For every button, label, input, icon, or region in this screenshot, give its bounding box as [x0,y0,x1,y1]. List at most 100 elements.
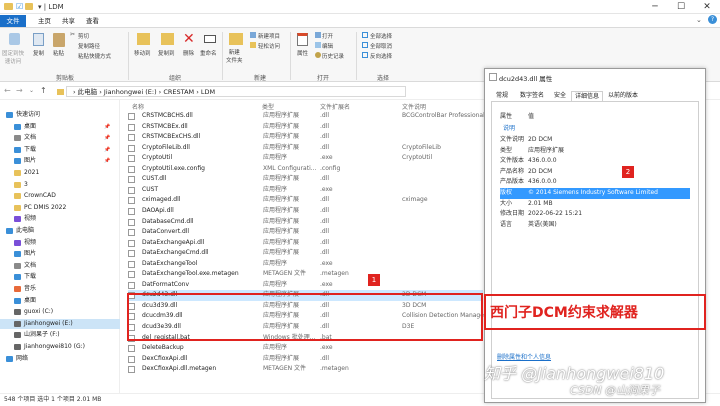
edit-button[interactable]: 编辑 [322,42,333,50]
easy-access-button[interactable]: 轻松访问 [258,42,280,50]
prop-row[interactable]: 文件说明 2D DCM [500,135,690,146]
nav-item[interactable]: PC DMIS 2022 [0,203,120,213]
file-row[interactable]: DAOApi.dll 应用程序扩展 .dll [128,206,483,216]
nav-item[interactable]: 网络 [0,354,120,364]
pin-button[interactable]: 固定到快 速访问 [2,31,26,69]
prop-row[interactable]: 类型 应用程序扩展 [500,146,690,157]
nav-item[interactable]: 桌面 📌 [0,122,120,132]
ribbon-separator [222,32,223,80]
forward-icon[interactable]: → [16,86,23,95]
nav-item[interactable]: Jianhongwei (E:) [0,318,120,329]
file-row[interactable]: CRSTMCBCHS.dll 应用程序扩展 .dll BCGControlBar Pr… [128,111,485,121]
new-folder-button[interactable]: 新建 文件夹 [226,31,248,69]
col-ext[interactable]: 文件扩展名 [320,102,350,111]
address-path[interactable]: › 此电脑 › Jianhongwei (E:) › CRESTAM › LDM [66,86,406,97]
invert-selection-button[interactable]: 反向选择 [370,52,392,60]
nav-item[interactable]: 文档 📌 [0,133,120,143]
nav-item[interactable]: 下载 [0,272,120,282]
move-to-button[interactable]: 移动到 [134,31,154,69]
file-row[interactable]: DexCfioxApi.dll 应用程序扩展 .dll [128,354,483,364]
col-type[interactable]: 类型 [262,102,274,111]
prop-row[interactable]: 版权 © 2014 Siemens Industry Software Limit… [500,188,690,199]
recent-chevron-icon[interactable]: ⌄ [29,87,34,94]
file-row[interactable]: DatFormatConv 应用程序 .exe [128,280,483,290]
help-icon[interactable]: ? [708,15,717,24]
prop-row[interactable]: 产品名称 2D DCM [500,167,690,178]
prop-row[interactable]: 大小 2.01 MB [500,199,690,210]
nav-item[interactable]: 图片 [0,249,120,259]
col-name[interactable]: 名称 [132,102,144,111]
ribbon-collapse-icon[interactable]: ⌄ [696,16,702,24]
rename-button[interactable]: 重命名 [200,31,220,69]
file-icon [128,218,135,226]
prop-key: 产品版本 [500,178,525,186]
prop-tab[interactable]: 常规 [491,91,513,101]
file-row[interactable]: CryptoUtil 应用程序 .exe CryptoUtil [128,153,483,163]
file-row[interactable]: cximaged.dll 应用程序扩展 .dll cximage [128,195,483,205]
prop-row[interactable]: 修改日期 2022-06-22 15:21 [500,209,690,220]
delete-button[interactable]: ✕ 删除 [181,31,199,69]
prop-tab[interactable]: 数字签名 [515,91,549,101]
prop-value: 2D DCM [528,136,553,143]
copy-to-button[interactable]: 复制到 [158,31,178,69]
paste-button[interactable]: 粘贴 [50,31,68,69]
cut-button[interactable]: 剪切 [78,32,89,40]
nav-item[interactable]: 视频 [0,214,120,224]
new-item-button[interactable]: 新建项目 [258,32,280,40]
nav-item[interactable]: 山涧果子 (F:) [0,330,120,340]
select-none-button[interactable]: 全部取消 [370,42,392,50]
prop-tab[interactable]: 安全 [551,91,569,101]
file-row[interactable]: CRSTMCBEx.dll 应用程序扩展 .dll [128,122,483,132]
close-button[interactable]: ✕ [694,0,720,14]
nav-item[interactable]: 2021 [0,168,120,178]
copy-path-button[interactable]: 复制路径 [78,42,100,50]
file-row[interactable]: DataExchangeApi.dll 应用程序扩展 .dll [128,238,483,248]
prop-tab[interactable]: 以前的版本 [605,91,641,101]
file-row[interactable]: DataExchangeTool.exe.metagen METAGEN 文件 .m… [128,269,483,279]
nav-item[interactable]: 文档 [0,261,120,271]
file-row[interactable]: DexCfioxApi.dll.metagen METAGEN 文件 .metage… [128,364,483,374]
properties-button[interactable]: 属性 [294,31,312,69]
nav-item[interactable]: 视频 [0,238,120,248]
nav-item[interactable]: 下载 📌 [0,145,120,155]
file-row[interactable]: CUST 应用程序 .exe [128,185,483,195]
nav-item[interactable]: Jianhongwei810 (G:) [0,342,120,352]
file-row[interactable]: CRSTMCBExCHS.dll 应用程序扩展 .dll [128,132,483,142]
file-row[interactable]: DataConvert.dll 应用程序扩展 .dll [128,227,483,237]
nav-item[interactable]: CrownCAD [0,191,120,201]
nav-item[interactable]: 音乐 [0,284,120,294]
maximize-button[interactable]: ☐ [668,0,694,14]
nav-item[interactable]: 3 [0,180,120,190]
back-icon[interactable]: ← [4,86,11,95]
file-row[interactable]: CryptoFileLib.dll 应用程序扩展 .dll CryptoFileLib [128,143,483,153]
history-button[interactable]: 历史记录 [322,52,344,60]
nav-item[interactable]: 此电脑 [0,226,120,236]
quick-access-check-icon[interactable]: ☑ [16,2,23,11]
prop-row[interactable]: 文件版本 436.0.0.0 [500,156,690,167]
prop-row[interactable]: 产品版本 436.0.0.0 [500,177,690,188]
col-desc[interactable]: 文件说明 [402,102,426,111]
quick-access-folder-icon[interactable] [25,3,33,10]
minimize-button[interactable]: ─ [642,0,668,14]
paste-shortcut-button[interactable]: 粘贴快捷方式 [78,52,111,60]
nav-item[interactable]: 快速访问 [0,110,120,120]
file-row[interactable]: DatabaseCmd.dll 应用程序扩展 .dll [128,217,483,227]
nav-item-icon [6,228,13,234]
select-all-button[interactable]: 全部选择 [370,32,392,40]
prop-row[interactable]: 语言 英语(美国) [500,220,690,231]
file-row[interactable]: DataExchangeCmd.dll 应用程序扩展 .dll [128,248,483,258]
file-row[interactable]: DataExchangeTool 应用程序 .exe [128,259,483,269]
open-icon [315,32,321,38]
copy-button[interactable]: 复制 [30,31,48,69]
nav-item[interactable]: guoxi (C:) [0,307,120,317]
prop-tab[interactable]: 详细信息 [571,91,603,101]
tab-file[interactable]: 文件 [0,15,26,27]
file-row[interactable]: CryptoUtil.exe.config XML Configurati....… [128,164,483,174]
file-row[interactable]: DeleteBackup 应用程序 .exe [128,343,483,353]
up-icon[interactable]: ↑ [40,86,47,95]
nav-item[interactable]: 图片 📌 [0,156,120,166]
tab-view[interactable]: 查看 [78,15,107,27]
nav-item[interactable]: 桌面 [0,296,120,306]
file-row[interactable]: CUST.dll 应用程序扩展 .dll [128,174,483,184]
open-button[interactable]: 打开 [322,32,333,40]
